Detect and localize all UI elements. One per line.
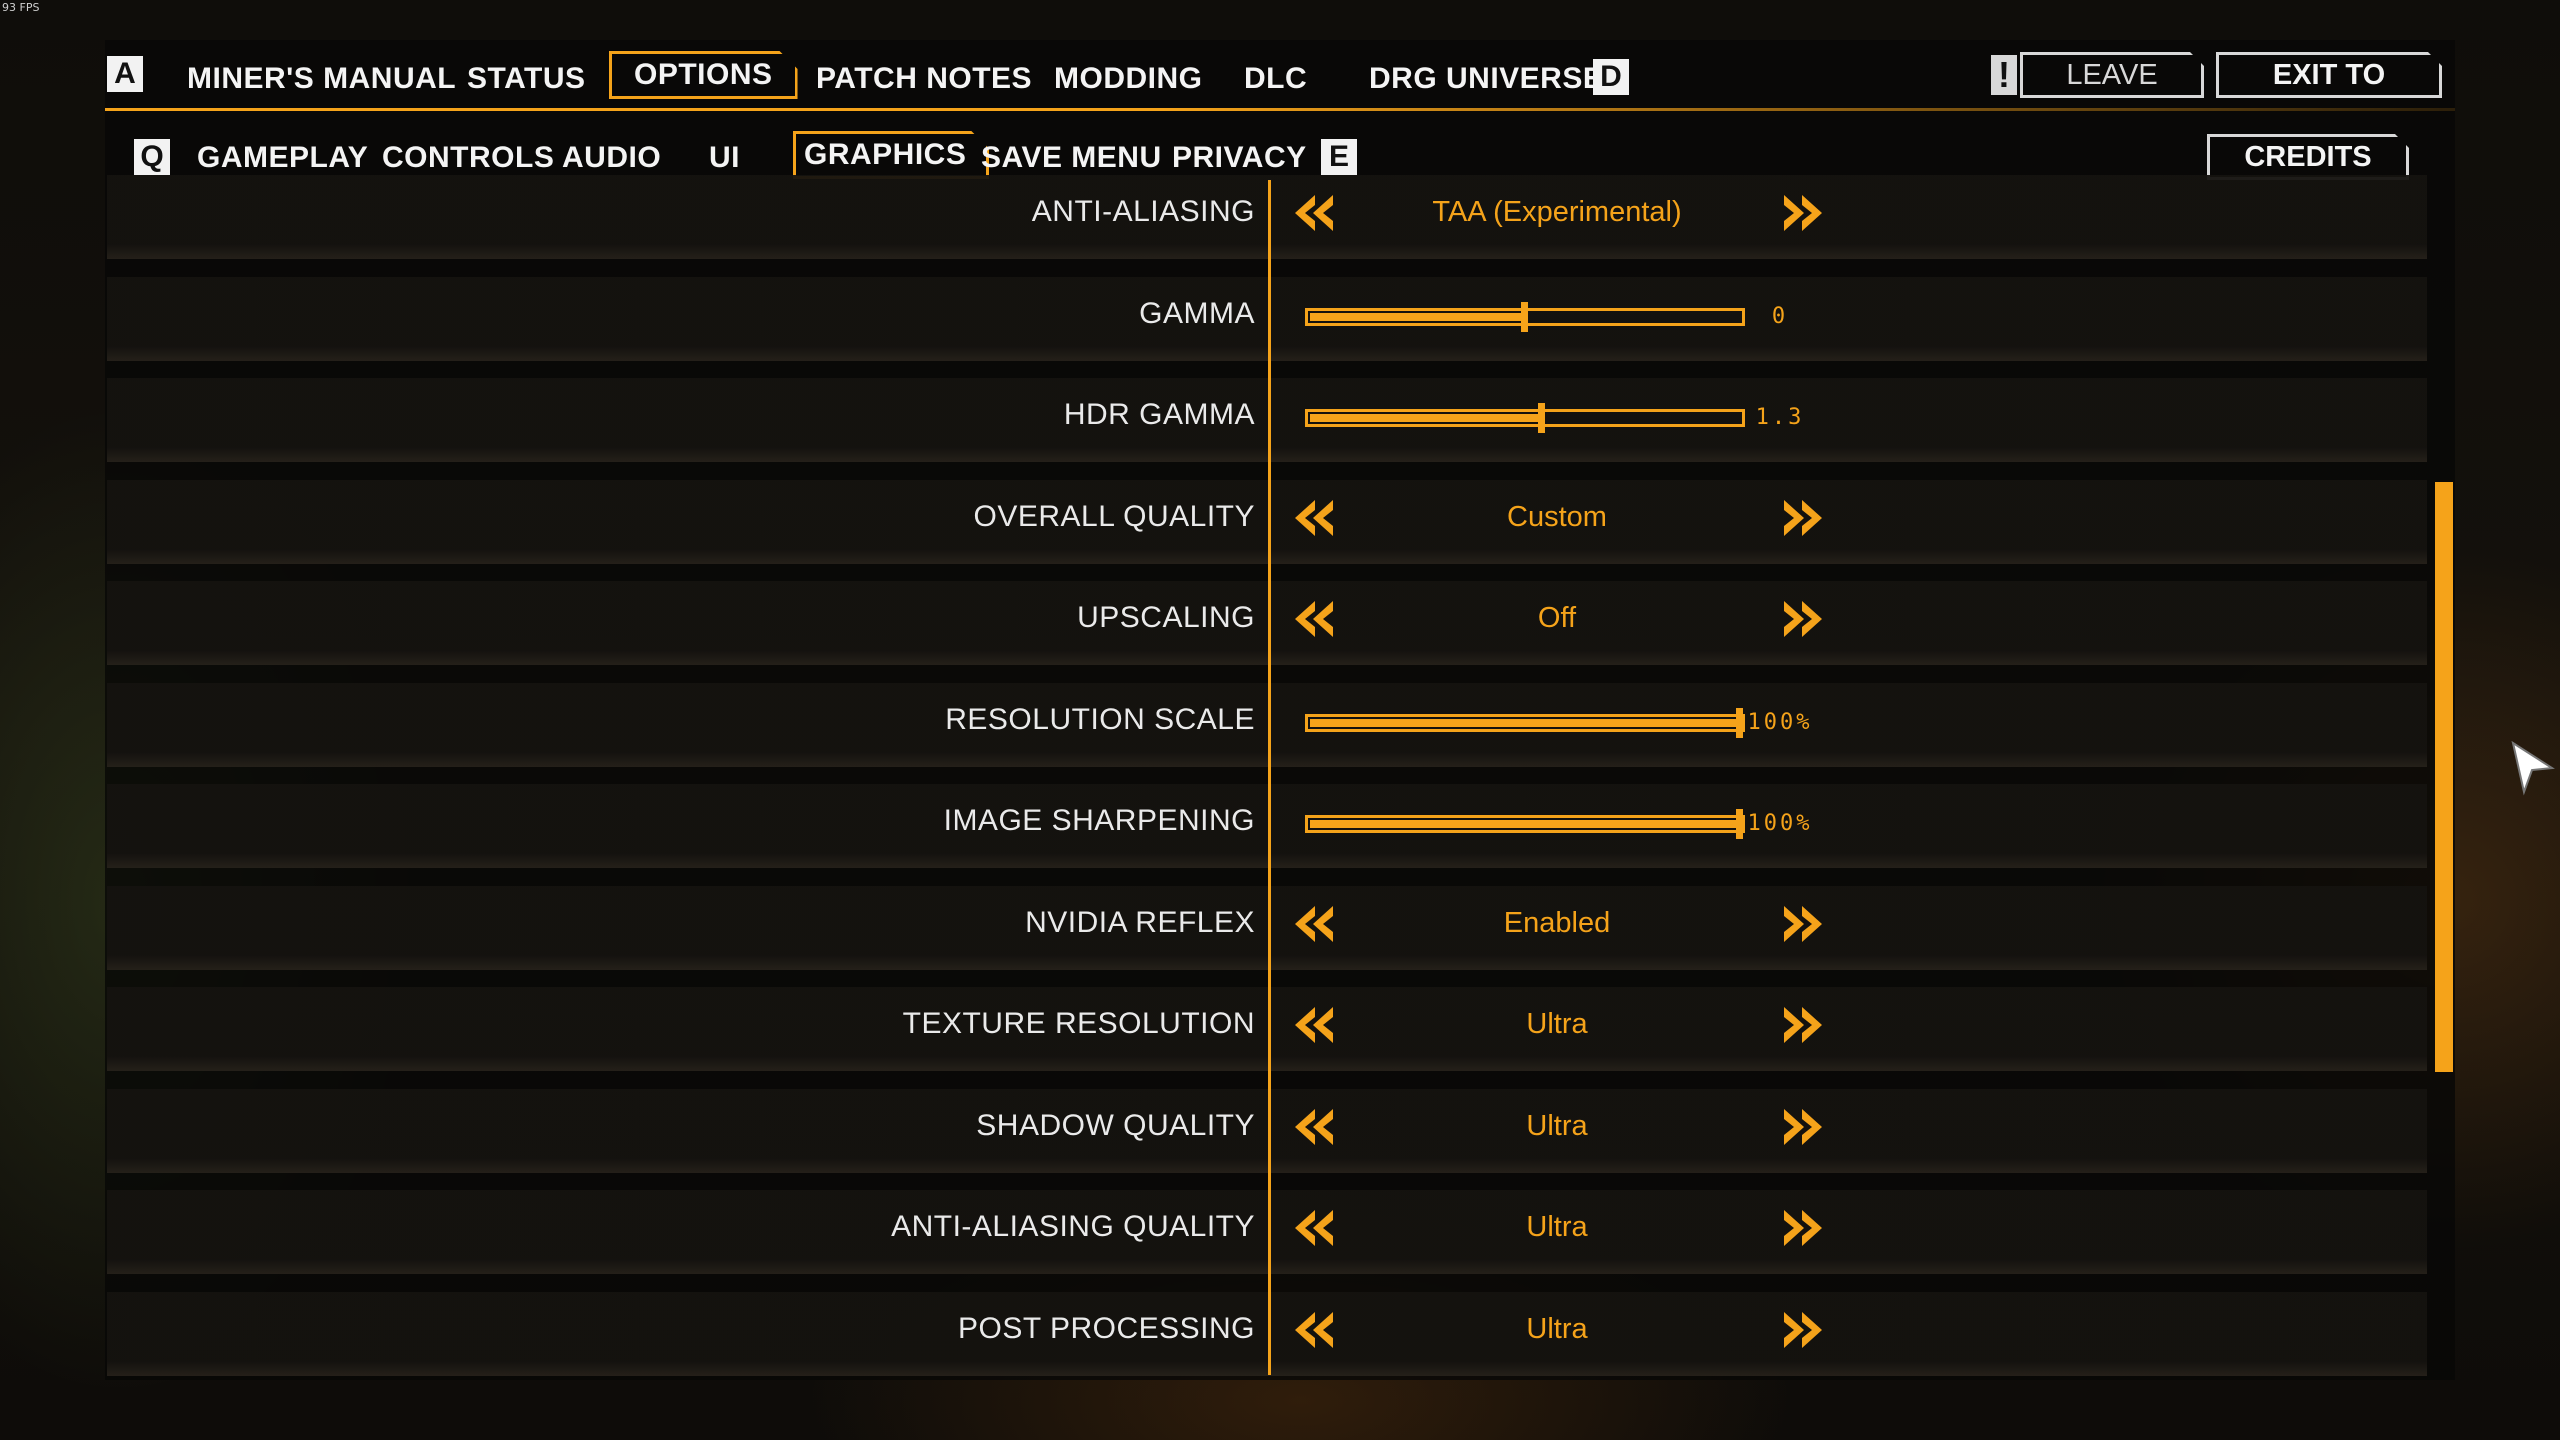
key-d-hint[interactable]: D <box>1593 59 1629 95</box>
previous-option-icon[interactable] <box>1295 499 1335 536</box>
slider-handle[interactable] <box>1521 301 1528 332</box>
previous-option-icon[interactable] <box>1295 1007 1335 1043</box>
key-a-hint[interactable]: A <box>107 56 143 92</box>
setting-label: HDR GAMMA <box>1063 398 1255 431</box>
exit-to-desktop-button[interactable]: EXIT TO DESKTOP <box>2216 52 2442 98</box>
slider-handle[interactable] <box>1736 809 1743 839</box>
setting-label: ANTI-ALIASING <box>1031 195 1255 228</box>
setting-row-overall-quality <box>107 479 2427 564</box>
next-option-icon[interactable] <box>1782 1108 1822 1145</box>
tab-options[interactable]: OPTIONS <box>609 51 798 99</box>
credits-button[interactable]: CREDITS <box>2207 134 2409 180</box>
slider-value: 100% <box>1747 811 1813 836</box>
key-q-hint[interactable]: Q <box>134 139 170 175</box>
setting-label: UPSCALING <box>1077 601 1255 634</box>
setting-label: RESOLUTION SCALE <box>945 702 1255 736</box>
previous-option-icon[interactable] <box>1295 1108 1335 1145</box>
key-e-hint[interactable]: E <box>1321 139 1357 175</box>
next-option-icon[interactable] <box>1782 1210 1822 1246</box>
slider-fill <box>1310 414 1542 422</box>
slider-handle[interactable] <box>1736 707 1743 738</box>
tab-audio[interactable]: AUDIO <box>562 141 661 175</box>
warning-icon: ! <box>1991 55 2017 95</box>
setting-row-anti-aliasing <box>107 175 2427 259</box>
next-option-icon[interactable] <box>1782 601 1822 637</box>
tab-drg-universe[interactable]: DRG UNIVERSE <box>1369 62 1603 96</box>
fps-counter: 93 FPS <box>2 1 40 14</box>
tab-gameplay[interactable]: GAMEPLAY <box>197 141 368 175</box>
tab-privacy[interactable]: PRIVACY <box>1172 141 1307 175</box>
setting-label: POST PROCESSING <box>957 1311 1255 1345</box>
setting-row-hdr-gamma <box>107 378 2427 462</box>
setting-row-texture-resolution <box>107 987 2427 1071</box>
next-option-icon[interactable] <box>1782 905 1822 942</box>
next-option-icon[interactable] <box>1782 1007 1822 1043</box>
scrollbar[interactable] <box>2435 482 2453 1072</box>
setting-row-anti-aliasing-quality <box>107 1190 2427 1274</box>
setting-label: OVERALL QUALITY <box>973 499 1255 533</box>
next-option-icon[interactable] <box>1782 1311 1822 1348</box>
setting-row-upscaling <box>107 581 2427 665</box>
slider-fill <box>1310 718 1740 727</box>
tab-ui[interactable]: UI <box>709 141 740 175</box>
setting-row-shadow-quality <box>107 1088 2427 1173</box>
tab-dlc[interactable]: DLC <box>1244 62 1307 96</box>
setting-label: SHADOW QUALITY <box>976 1108 1255 1142</box>
setting-value: Off <box>1537 602 1577 634</box>
slider-fill <box>1310 820 1740 828</box>
slider-track[interactable] <box>1305 403 1745 433</box>
setting-row-post-processing <box>107 1291 2427 1376</box>
nav-underline <box>105 108 2455 111</box>
previous-option-icon[interactable] <box>1295 1311 1335 1348</box>
previous-option-icon[interactable] <box>1295 905 1335 942</box>
setting-label: NVIDIA REFLEX <box>1025 905 1255 939</box>
tab-controls[interactable]: CONTROLS <box>382 141 554 175</box>
slider-value: 0 <box>1771 303 1789 329</box>
setting-label: ANTI-ALIASING QUALITY <box>891 1210 1255 1243</box>
tab-miners-manual[interactable]: MINER'S MANUAL <box>187 62 456 96</box>
previous-option-icon[interactable] <box>1295 195 1335 231</box>
next-option-icon[interactable] <box>1782 195 1822 231</box>
next-option-icon[interactable] <box>1782 499 1822 536</box>
slider-fill <box>1310 312 1525 321</box>
slider-handle[interactable] <box>1538 403 1545 433</box>
setting-value: Ultra <box>1526 1312 1588 1345</box>
setting-row-gamma <box>107 276 2427 361</box>
tab-modding[interactable]: MODDING <box>1054 62 1203 96</box>
leave-team-button[interactable]: LEAVE TEAM <box>2020 52 2204 98</box>
setting-row-nvidia-reflex <box>107 885 2427 970</box>
tab-graphics[interactable]: GRAPHICS <box>793 131 989 179</box>
setting-value: TAA (Experimental) <box>1432 196 1682 228</box>
setting-label: IMAGE SHARPENING <box>943 804 1255 837</box>
column-divider <box>1268 180 1271 1375</box>
setting-value: Ultra <box>1526 1109 1588 1142</box>
setting-label: TEXTURE RESOLUTION <box>902 1007 1255 1040</box>
setting-value: Custom <box>1507 500 1607 533</box>
tab-patch-notes[interactable]: PATCH NOTES <box>816 62 1032 96</box>
mouse-cursor-icon <box>2510 740 2556 801</box>
setting-label: GAMMA <box>1139 296 1255 330</box>
slider-track[interactable] <box>1305 301 1745 332</box>
setting-value: Ultra <box>1526 1211 1588 1243</box>
slider-track[interactable] <box>1305 809 1745 839</box>
previous-option-icon[interactable] <box>1295 1210 1335 1246</box>
previous-option-icon[interactable] <box>1295 601 1335 637</box>
tab-save-menu[interactable]: SAVE MENU <box>981 141 1162 175</box>
setting-value: Enabled <box>1503 906 1611 939</box>
slider-value: 100% <box>1747 709 1813 735</box>
setting-row-image-sharpening <box>107 784 2427 868</box>
setting-row-resolution-scale <box>107 682 2427 767</box>
tab-status[interactable]: STATUS <box>467 62 586 96</box>
setting-value: Ultra <box>1526 1008 1588 1040</box>
slider-track[interactable] <box>1305 707 1745 738</box>
slider-value: 1.3 <box>1755 405 1805 430</box>
